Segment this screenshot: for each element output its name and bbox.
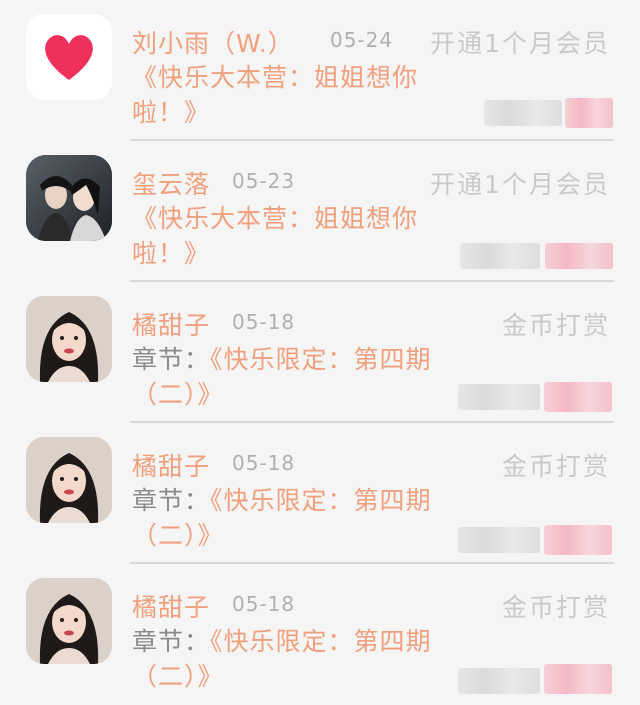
message: 《快乐大本营：姐姐想你啦！》 (132, 201, 422, 271)
list-item[interactable]: 橘甜子 05-18 金币打赏 章节：《快乐限定：第四期（二）》 (0, 282, 640, 423)
message: 章节：《快乐限定：第四期（二）》 (132, 624, 432, 694)
user-name[interactable]: 玺云落 (132, 165, 210, 201)
status-text: 金币打赏 (501, 311, 610, 340)
user-name[interactable]: 橘甜子 (132, 447, 210, 483)
date: 05-23 (232, 169, 296, 193)
message: 《快乐大本营：姐姐想你啦！》 (132, 60, 422, 130)
status-text: 开通1个月会员 (430, 170, 610, 199)
blurred-amount (458, 527, 540, 553)
message: 章节：《快乐限定：第四期（二）》 (132, 342, 432, 412)
avatar[interactable] (26, 296, 112, 382)
list-item[interactable]: 橘甜子 05-18 金币打赏 章节：《快乐限定：第四期（二）》 (0, 423, 640, 564)
user-name[interactable]: 橘甜子 (132, 306, 210, 342)
avatar[interactable] (26, 437, 112, 523)
user-name[interactable]: 刘小雨（W.） (132, 24, 294, 60)
blurred-amount (460, 243, 540, 269)
message-text: 《快乐大本营：姐姐想你啦！》 (132, 204, 419, 268)
blurred-badge (565, 98, 613, 128)
blurred-amount (458, 384, 540, 410)
date: 05-18 (232, 451, 296, 475)
blurred-badge (545, 243, 613, 269)
avatar[interactable] (26, 578, 112, 664)
user-name[interactable]: 橘甜子 (132, 588, 210, 624)
status-text: 开通1个月会员 (430, 29, 610, 58)
date: 05-18 (232, 310, 296, 334)
portrait-icon (26, 578, 112, 664)
photo-icon (26, 155, 112, 241)
chapter-prefix: 章节： (132, 627, 211, 656)
message-text: 《快乐大本营：姐姐想你啦！》 (132, 63, 419, 127)
portrait-icon (26, 296, 112, 382)
status-text: 金币打赏 (501, 452, 610, 481)
chapter-prefix: 章节： (132, 486, 211, 515)
blurred-amount (458, 668, 540, 694)
blurred-amount (484, 100, 562, 126)
blurred-badge (544, 664, 612, 694)
blurred-badge (544, 382, 612, 412)
list-item[interactable]: 玺云落 05-23 开通1个月会员 《快乐大本营：姐姐想你啦！》 (0, 141, 640, 282)
status-text: 金币打赏 (501, 593, 610, 622)
list-item[interactable]: 橘甜子 05-18 金币打赏 章节：《快乐限定：第四期（二）》 (0, 564, 640, 705)
list-item[interactable]: 刘小雨（W.） 05-24 开通1个月会员 《快乐大本营：姐姐想你啦！》 (0, 0, 640, 141)
date: 05-18 (232, 592, 296, 616)
reward-list: 刘小雨（W.） 05-24 开通1个月会员 《快乐大本营：姐姐想你啦！》 玺云落… (0, 0, 640, 704)
portrait-icon (26, 437, 112, 523)
avatar[interactable] (26, 155, 112, 241)
blurred-badge (544, 525, 612, 555)
chapter-prefix: 章节： (132, 345, 211, 374)
message: 章节：《快乐限定：第四期（二）》 (132, 483, 432, 553)
date: 05-24 (330, 28, 394, 52)
heart-icon (26, 14, 112, 100)
avatar[interactable] (26, 14, 112, 100)
